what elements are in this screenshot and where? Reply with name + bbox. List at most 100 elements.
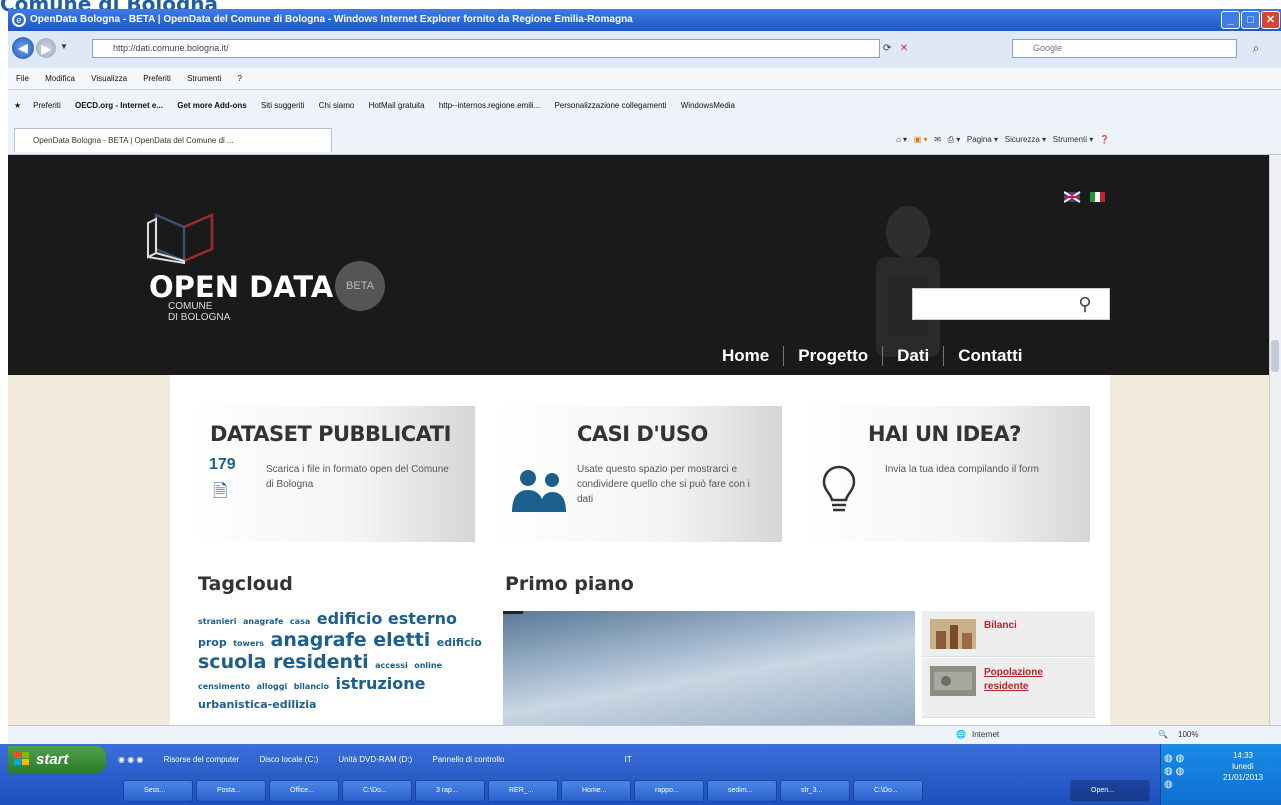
maximize-button[interactable]: □ [1241,11,1260,29]
page-menu[interactable]: Pagina [967,135,992,144]
menu-visualizza[interactable]: Visualizza [91,74,127,83]
site-title[interactable]: OPEN DATA [149,270,333,304]
taskbar-window-button[interactable]: Office... [269,780,339,802]
ql-item[interactable]: Pannello di controllo [432,755,504,764]
mail-icon[interactable]: ✉ [934,135,941,144]
close-button[interactable]: ✕ [1261,11,1280,29]
browser-tab[interactable]: OpenData Bologna - BETA | OpenData del C… [14,128,332,152]
primo-piano-item[interactable]: Popolazione residente [922,658,1095,718]
tag-link[interactable]: stranieri [198,617,236,626]
fav-item[interactable]: Siti suggeriti [261,90,305,122]
fav-item[interactable]: Personalizzazione collegamenti [554,90,666,122]
tools-menu[interactable]: Strumenti [1053,135,1087,144]
clock-date: 21/01/2013 [1222,773,1264,782]
primo-piano-link[interactable]: Popolazione residente [984,666,1080,694]
language-indicator[interactable]: IT [625,755,632,764]
card-title: CASI D'USO [577,422,708,446]
primo-piano-link[interactable]: Bilanci [984,619,1017,633]
primo-piano-image[interactable] [503,611,915,725]
italy-flag-icon[interactable] [1090,192,1105,202]
zoom-level[interactable]: 100% [1178,726,1198,744]
taskbar-window-button[interactable]: Sess... [123,780,193,802]
address-input[interactable]: http://dati.comune.bologna.it/ [92,39,880,58]
quicklaunch-icons[interactable]: ◉ ◉ ◉ [118,755,143,764]
ql-item[interactable]: Disco locale (C:) [259,755,318,764]
feeds-icon[interactable]: ▣ ▾ [914,135,928,144]
quick-launch: ◉ ◉ ◉ Risorse del computer Disco locale … [118,752,650,768]
tag-link[interactable]: casa [290,617,310,626]
card-title: HAI UN IDEA? [868,422,1021,446]
uk-flag-icon[interactable] [1064,191,1081,203]
fav-item[interactable]: Get more Add-ons [177,90,246,122]
tag-link[interactable]: edificio [437,636,482,649]
taskbar-window-button[interactable]: Posta... [196,780,266,802]
zoom-icon[interactable]: 🔍 [1158,726,1168,744]
taskbar-window-button[interactable]: RER_... [488,780,558,802]
tag-link[interactable]: residenti [273,651,369,673]
tag-link[interactable]: bilancio [294,682,329,691]
help-icon[interactable]: ❓ [1100,135,1110,144]
page-scrollbar[interactable] [1269,155,1281,725]
fav-item[interactable]: http--internos.regione.emili... [439,90,540,122]
tray-icons[interactable]: ◍ ◍ ◍ ◍ ◍ [1164,752,1204,792]
nav-home[interactable]: Home [708,346,783,366]
menu-help[interactable]: ? [238,74,242,83]
search-icon[interactable]: ⚲ [1074,293,1096,315]
tag-link[interactable]: anagrafe [243,617,283,626]
taskbar-clock[interactable]: 14:33 lunedì 21/01/2013 [1208,750,1278,783]
card-hai-un-idea[interactable]: HAI UN IDEA? Invia la tua idea compiland… [803,406,1090,542]
fav-item[interactable]: HotMail gratuita [369,90,425,122]
scrollbar-thumb[interactable] [1271,340,1279,372]
card-dataset-pubblicati[interactable]: DATASET PUBBLICATI 179 🗎 Scarica i file … [188,406,475,542]
nav-contatti[interactable]: Contatti [944,346,1036,366]
taskbar-window-button[interactable]: Home... [561,780,631,802]
fav-item[interactable]: WindowsMedia [681,90,735,122]
tag-link[interactable]: urbanistica-edilizia [198,698,316,711]
ql-item[interactable]: Risorse del computer [164,755,240,764]
nav-dati[interactable]: Dati [883,346,943,366]
menu-file[interactable]: File [16,74,29,83]
taskbar-window-button[interactable]: str_3... [780,780,850,802]
back-button[interactable]: ◀ [12,37,34,59]
card-casi-d-uso[interactable]: CASI D'USO Usate questo spazio per mostr… [495,406,782,542]
tag-link[interactable]: edificio esterno [317,609,457,628]
tag-link[interactable]: scuola [198,651,267,673]
taskbar-window-button[interactable]: rappo... [634,780,704,802]
home-icon[interactable]: ⌂ ▾ [896,135,907,144]
history-dropdown-icon[interactable]: ▼ [60,42,72,54]
stop-icon[interactable]: ✕ [900,43,908,54]
print-icon[interactable]: ⎙ ▾ [948,135,961,144]
minimize-button[interactable]: _ [1221,11,1240,29]
tag-link[interactable]: anagrafe eletti [271,629,431,651]
menu-modifica[interactable]: Modifica [45,74,75,83]
primo-piano-item[interactable]: Bilanci [922,611,1095,657]
favorites-star-icon[interactable]: ★ [14,90,21,122]
tag-link[interactable]: alloggi [257,682,288,691]
web-search-input[interactable]: Google [1012,39,1237,58]
taskbar-window-button[interactable]: Open... [1070,780,1150,802]
fav-item[interactable]: OECD.org - Internet e... [75,90,163,122]
tag-link[interactable]: prop [198,636,227,649]
menu-bar: File Modifica Visualizza Preferiti Strum… [8,68,1281,90]
ql-item[interactable]: Unità DVD-RAM (D:) [338,755,412,764]
favorites-button[interactable]: Preferiti [33,90,61,122]
security-menu[interactable]: Sicurezza [1005,135,1040,144]
ie-logo-icon: e [12,13,26,27]
nav-progetto[interactable]: Progetto [784,346,882,366]
web-search-button[interactable]: ⌕ [1240,39,1272,58]
tag-link[interactable]: istruzione [335,674,425,693]
menu-preferiti[interactable]: Preferiti [143,74,171,83]
tag-link[interactable]: censimento [198,682,250,691]
tag-link[interactable]: accessi [375,661,408,670]
tag-link[interactable]: towers [233,639,264,648]
forward-button[interactable]: ▶ [36,38,56,58]
fav-item[interactable]: Chi siamo [319,90,355,122]
menu-strumenti[interactable]: Strumenti [187,74,221,83]
slider-indicator [503,611,523,614]
taskbar-window-button[interactable]: 3 rap... [415,780,485,802]
taskbar-window-button[interactable]: C:\Do... [342,780,412,802]
taskbar-window-button[interactable]: C:\Do... [853,780,923,802]
tag-link[interactable]: online [414,661,442,670]
taskbar-window-button[interactable]: sedim... [707,780,777,802]
refresh-icon[interactable]: ⟳ [883,43,891,54]
